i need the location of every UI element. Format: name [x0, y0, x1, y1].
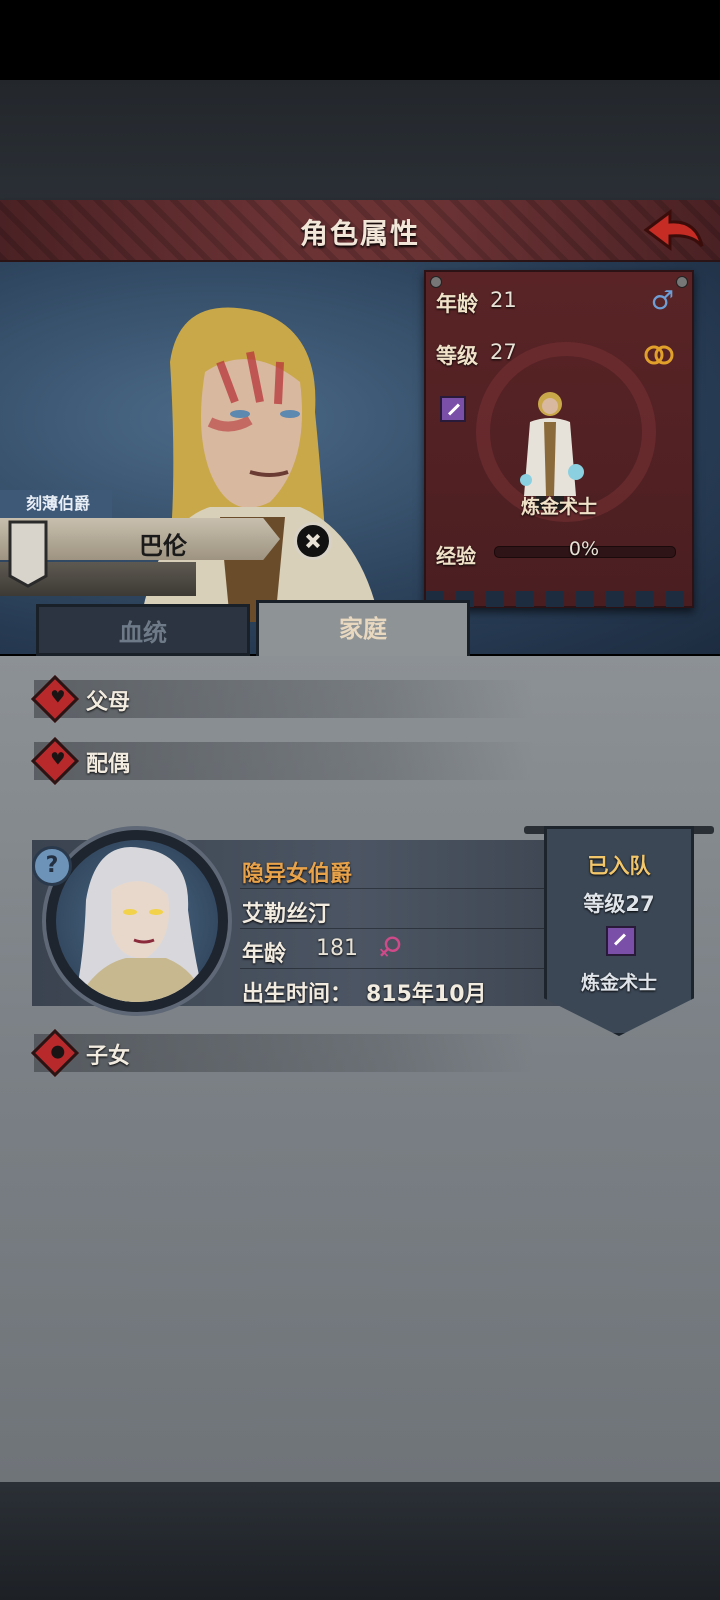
back-arrow-icon[interactable]	[640, 206, 706, 256]
level-value: 27	[490, 340, 517, 364]
spouse-class: 炼金术士	[580, 972, 657, 994]
age-value: 21	[490, 288, 517, 312]
help-icon[interactable]: ?	[32, 846, 72, 886]
bottom-area	[0, 1482, 720, 1600]
heraldry-banner-icon	[8, 520, 48, 588]
birth-label: 出生时间：	[242, 982, 353, 1007]
alchemist-class-icon	[606, 926, 636, 956]
spouse-portrait	[56, 840, 218, 1002]
rivet	[676, 276, 688, 288]
age-label: 年龄	[436, 292, 478, 316]
rivet	[430, 276, 442, 288]
status-bar-area	[0, 0, 720, 80]
children-label: 子女	[86, 1044, 131, 1069]
screen: 角色属性 年龄 21 ♂ 等级 27 炼金术士 经验 0% 刻薄伯爵 巴伦 血统…	[0, 0, 720, 1600]
spouse-age-label: 年龄	[242, 942, 287, 967]
spouse-level: 等级27	[583, 892, 655, 916]
page-title: 角色属性	[299, 217, 420, 250]
birth-value: 815年10月	[366, 982, 487, 1007]
alchemist-class-icon	[440, 396, 466, 422]
divider	[240, 968, 560, 969]
character-title: 刻薄伯爵	[0, 490, 112, 518]
stats-card: 年龄 21 ♂ 等级 27 炼金术士 经验 0%	[424, 270, 694, 608]
exp-percent: 0%	[568, 538, 600, 560]
divider	[240, 888, 560, 889]
spouse-label: 配偶	[86, 752, 131, 777]
dismiss-button[interactable]	[294, 522, 332, 560]
exp-label: 经验	[436, 544, 476, 568]
party-status: 已入队	[587, 854, 651, 878]
title-bar: 角色属性	[0, 200, 720, 263]
class-name: 炼金术士	[520, 496, 597, 518]
divider	[240, 928, 560, 929]
top-spacer	[0, 80, 720, 200]
character-name: 巴伦	[139, 532, 187, 560]
parents-label: 父母	[86, 690, 131, 715]
spouse-age: 181	[316, 936, 358, 961]
spouse-title: 隐异女伯爵	[242, 862, 353, 887]
male-icon: ♂	[650, 286, 674, 316]
marriage-rings-icon	[644, 345, 674, 365]
level-label: 等级	[436, 344, 478, 368]
spouse-name: 艾勒丝汀	[242, 902, 331, 927]
tab-bloodline[interactable]: 血统	[36, 604, 250, 656]
tab-family[interactable]: 家庭	[256, 600, 470, 658]
